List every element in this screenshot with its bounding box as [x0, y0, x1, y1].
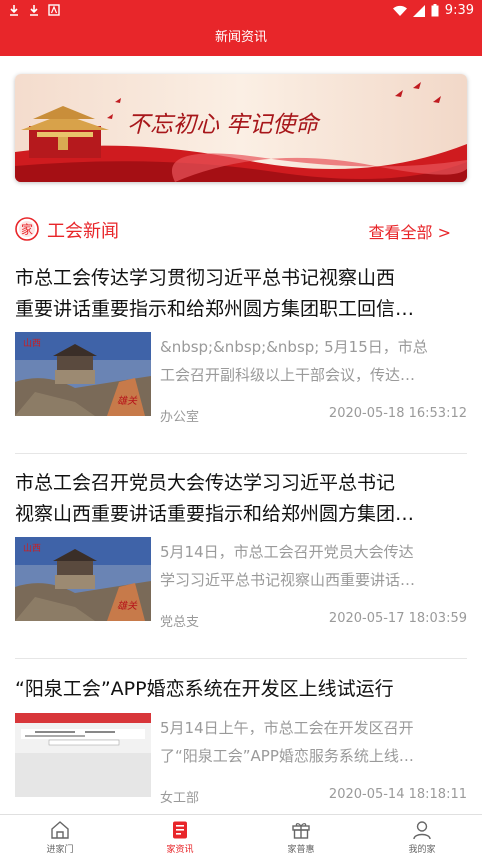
- news-title-line: 视察山西重要讲话重要指示和给郑州圆方集团…: [15, 503, 415, 525]
- union-logo-icon: 家: [15, 217, 39, 241]
- notification-icons: [8, 4, 60, 16]
- app-notification-icon: [48, 4, 60, 16]
- svg-text:雄关: 雄关: [117, 600, 138, 612]
- home-icon: [51, 821, 69, 839]
- gift-icon: [292, 823, 310, 839]
- news-timestamp: 2020-05-17 18:03:59: [328, 611, 467, 626]
- news-timestamp: 2020-05-18 16:53:12: [328, 406, 467, 421]
- news-department: 党总支: [160, 615, 200, 630]
- news-department: 办公室: [160, 410, 200, 425]
- clock-time: 9:39: [444, 3, 474, 18]
- news-summary: 5月14日，市总工会召开党员大会传达 学习习近平总书记视察山西重要讲话…: [160, 538, 465, 594]
- news-summary: 5月14日上午，市总工会在开发区召开 了“阳泉工会”APP婚恋服务系统上线…: [160, 714, 465, 770]
- wifi-icon: [392, 5, 407, 16]
- app-screenshot-thumbnail: [15, 713, 151, 797]
- system-icons: 9:39: [392, 3, 474, 18]
- news-summary-line: 学习习近平总书记视察山西重要讲话…: [160, 571, 416, 589]
- signal-icon: [412, 4, 425, 17]
- union-logo-text: 家: [21, 222, 33, 237]
- section-title: 工会新闻: [47, 221, 119, 242]
- battery-icon: [431, 4, 439, 17]
- news-title[interactable]: 市总工会传达学习贯彻习近平总书记视察山西 重要讲话重要指示和给郑州圆方集团职工回…: [15, 263, 467, 325]
- tab-label: 我的家: [408, 845, 436, 855]
- news-thumbnail[interactable]: 雄关 山西: [15, 332, 151, 416]
- news-icon: [173, 821, 187, 839]
- mountain-pass-photo: 雄关 山西: [15, 332, 151, 416]
- mountain-pass-photo: 雄关 山西: [15, 537, 151, 621]
- banner-image[interactable]: 不忘初心 牢记使命: [15, 74, 467, 182]
- news-item[interactable]: 市总工会传达学习贯彻习近平总书记视察山西 重要讲话重要指示和给郑州圆方集团职工回…: [15, 263, 467, 443]
- news-title-line: 重要讲话重要指示和给郑州圆方集团职工回信…: [15, 298, 415, 320]
- section-header: 家 工会新闻 查看全部 >: [15, 214, 467, 244]
- news-summary-line: 工会召开副科级以上干部会议，传达…: [160, 366, 416, 384]
- news-summary: &nbsp;&nbsp;&nbsp; 5月15日，市总 工会召开副科级以上干部会…: [160, 333, 465, 389]
- thumb-caption: 山西: [23, 338, 41, 349]
- download-icon: [10, 5, 18, 16]
- news-title-line: “阳泉工会”APP婚恋系统在开发区上线试运行: [15, 678, 394, 700]
- bottom-tab-bar: 进家门 家资讯 家普惠 我的家: [0, 814, 482, 857]
- banner-graphic: 不忘初心 牢记使命: [15, 74, 467, 182]
- view-all-link[interactable]: 查看全部 >: [369, 219, 452, 243]
- tab-label: 家普惠: [287, 845, 315, 855]
- news-title[interactable]: 市总工会召开党员大会传达学习习近平总书记 视察山西重要讲话重要指示和给郑州圆方集…: [15, 468, 467, 530]
- news-summary-line: 了“阳泉工会”APP婚恋服务系统上线…: [160, 747, 414, 765]
- news-thumbnail[interactable]: 雄关 山西: [15, 537, 151, 621]
- news-summary-line: 5月14日，市总工会召开党员大会传达: [160, 543, 414, 561]
- tab-label: 家资讯: [166, 845, 194, 855]
- tab-benefits[interactable]: 家普惠: [241, 815, 361, 857]
- news-item[interactable]: “阳泉工会”APP婚恋系统在开发区上线试运行 5月14日上午，市总工会在开发区召…: [15, 674, 467, 809]
- news-department: 女工部: [160, 791, 200, 806]
- title-bar: 新闻资讯: [0, 22, 482, 56]
- news-item[interactable]: 市总工会召开党员大会传达学习习近平总书记 视察山西重要讲话重要指示和给郑州圆方集…: [15, 468, 467, 648]
- user-icon: [413, 821, 431, 840]
- banner-calligraphy: 不忘初心 牢记使命: [127, 112, 321, 138]
- news-timestamp: 2020-05-14 18:18:11: [328, 787, 467, 802]
- page-title: 新闻资讯: [214, 30, 267, 45]
- thumb-caption: 山西: [23, 543, 41, 554]
- svg-text:雄关: 雄关: [117, 395, 138, 407]
- news-title-line: 市总工会召开党员大会传达学习习近平总书记: [15, 472, 396, 494]
- download-icon: [30, 5, 38, 16]
- tab-profile[interactable]: 我的家: [362, 815, 482, 857]
- news-title[interactable]: “阳泉工会”APP婚恋系统在开发区上线试运行: [15, 674, 467, 705]
- news-summary-line: 5月14日上午，市总工会在开发区召开: [160, 719, 414, 737]
- divider: [15, 453, 467, 454]
- news-thumbnail[interactable]: [15, 713, 151, 797]
- tab-news[interactable]: 家资讯: [120, 815, 240, 857]
- divider: [15, 658, 467, 659]
- news-title-line: 市总工会传达学习贯彻习近平总书记视察山西: [15, 267, 396, 289]
- tab-label: 进家门: [46, 845, 74, 855]
- news-summary-line: &nbsp;&nbsp;&nbsp; 5月15日，市总: [160, 338, 428, 356]
- tab-home[interactable]: 进家门: [0, 815, 120, 857]
- status-bar: 9:39: [0, 0, 482, 22]
